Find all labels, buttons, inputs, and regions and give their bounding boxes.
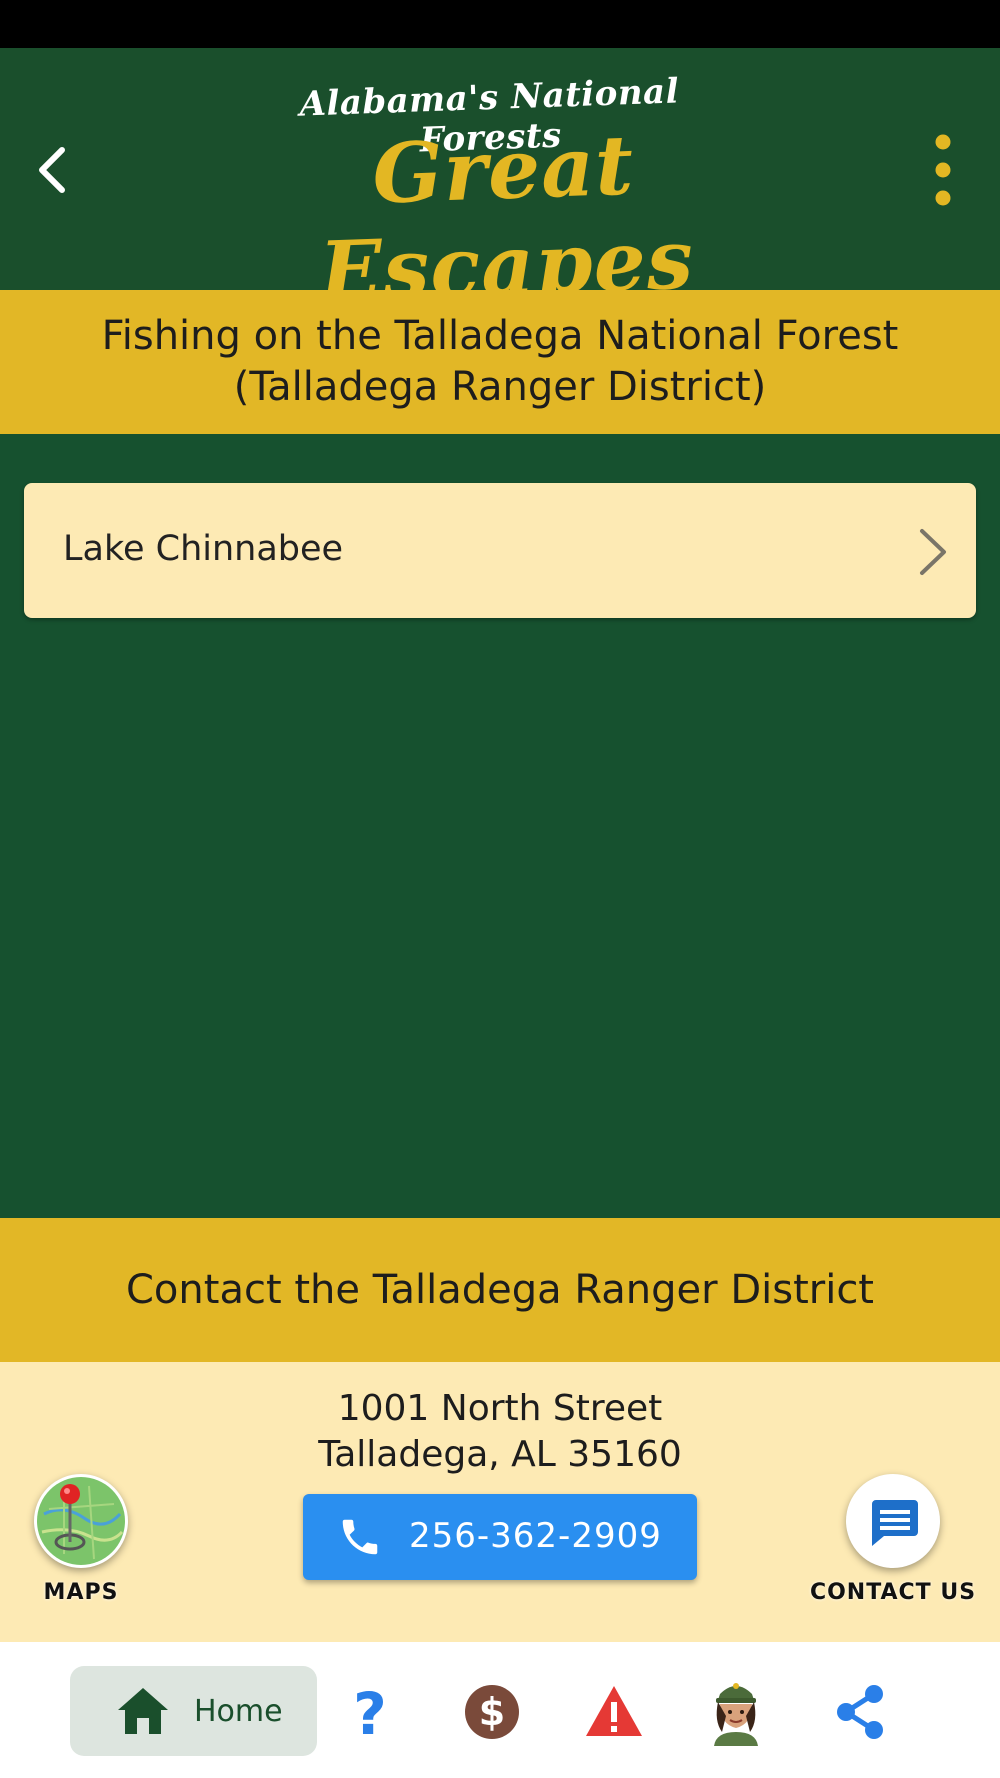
chevron-right-icon bbox=[920, 529, 946, 575]
page-title: Fishing on the Talladega National Forest bbox=[101, 313, 899, 359]
alerts-icon[interactable] bbox=[584, 1682, 644, 1742]
bottom-nav: Home ? $ bbox=[0, 1642, 1000, 1778]
contact-us-button[interactable] bbox=[846, 1474, 940, 1568]
page-subtitle: (Talladega Ranger District) bbox=[233, 364, 767, 410]
maps-label: MAPS bbox=[43, 1580, 119, 1605]
status-bar bbox=[0, 0, 1000, 48]
contact-title: Contact the Talladega Ranger District bbox=[126, 1267, 874, 1313]
list-item-lake-chinnabee[interactable]: Lake Chinnabee bbox=[24, 483, 976, 618]
nav-home[interactable]: Home bbox=[70, 1666, 317, 1756]
contact-band: Contact the Talladega Ranger District bbox=[0, 1218, 1000, 1362]
call-phone-button[interactable]: 256-362-2909 bbox=[303, 1494, 697, 1580]
map-pin-icon bbox=[37, 1477, 125, 1565]
more-vert-icon bbox=[935, 134, 951, 206]
chevron-left-icon bbox=[39, 147, 65, 193]
nav-home-label: Home bbox=[194, 1694, 283, 1729]
chat-icon bbox=[872, 1500, 918, 1546]
ranger-icon[interactable] bbox=[706, 1676, 766, 1746]
back-button[interactable] bbox=[30, 130, 80, 210]
address-line-2: Talladega, AL 35160 bbox=[318, 1434, 682, 1475]
home-icon bbox=[118, 1688, 168, 1734]
phone-number: 256-362-2909 bbox=[409, 1516, 662, 1556]
page-title-band: Fishing on the Talladega National Forest… bbox=[0, 290, 1000, 434]
more-menu-button[interactable] bbox=[918, 132, 968, 208]
help-icon[interactable]: ? bbox=[340, 1682, 400, 1742]
maps-button[interactable] bbox=[34, 1474, 128, 1568]
fees-icon[interactable]: $ bbox=[462, 1682, 522, 1742]
share-icon[interactable] bbox=[830, 1682, 890, 1742]
svg-text:$: $ bbox=[479, 1690, 505, 1734]
address-line-1: 1001 North Street bbox=[337, 1388, 663, 1429]
address-panel: 1001 North Street Talladega, AL 35160 25… bbox=[0, 1362, 1000, 1642]
phone-icon bbox=[342, 1519, 378, 1555]
list-item-label: Lake Chinnabee bbox=[63, 529, 344, 569]
contact-us-label: CONTACT US bbox=[809, 1580, 977, 1605]
svg-text:?: ? bbox=[353, 1682, 387, 1742]
